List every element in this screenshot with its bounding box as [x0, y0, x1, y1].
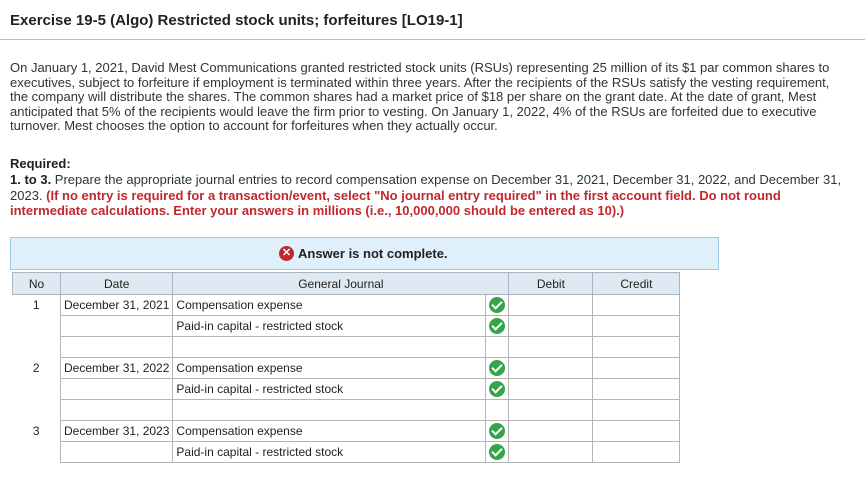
debit-input[interactable] — [508, 357, 594, 379]
entry-number: 1 — [12, 294, 61, 316]
account-select[interactable]: Paid-in capital - restricted stock — [172, 378, 487, 400]
check-icon — [485, 378, 510, 400]
debit-input[interactable] — [508, 294, 594, 316]
page-title: Exercise 19-5 (Algo) Restricted stock un… — [10, 12, 463, 29]
account-select[interactable]: Compensation expense — [172, 294, 487, 316]
entry-number: 3 — [12, 420, 61, 442]
table-row — [12, 399, 681, 421]
debit-input[interactable] — [508, 378, 594, 400]
table-row — [12, 336, 681, 358]
required-number: 1. to 3. — [10, 172, 52, 187]
header-no: No — [12, 272, 61, 295]
credit-input[interactable] — [592, 420, 681, 442]
debit-input[interactable] — [508, 315, 594, 337]
table-row: 3 December 31, 2023 Compensation expense — [12, 420, 681, 442]
header-date: Date — [59, 272, 174, 295]
account-select[interactable]: Paid-in capital - restricted stock — [172, 315, 487, 337]
credit-input[interactable] — [592, 441, 681, 463]
entry-number: 2 — [12, 357, 61, 379]
table-row: Paid-in capital - restricted stock — [12, 315, 681, 337]
check-icon — [485, 294, 510, 316]
table-row: Paid-in capital - restricted stock — [12, 441, 681, 463]
date-select[interactable]: December 31, 2022 — [59, 357, 174, 379]
credit-input[interactable] — [592, 294, 681, 316]
credit-input[interactable] — [592, 315, 681, 337]
required-body: 1. to 3. Prepare the appropriate journal… — [10, 172, 860, 219]
date-select[interactable]: December 31, 2021 — [59, 294, 174, 316]
journal-table: No Date General Journal Debit Credit 1 D… — [12, 272, 681, 463]
table-row: 2 December 31, 2022 Compensation expense — [12, 357, 681, 379]
title-bar: Exercise 19-5 (Algo) Restricted stock un… — [0, 0, 865, 40]
credit-input[interactable] — [592, 357, 681, 379]
debit-input[interactable] — [508, 420, 594, 442]
credit-input[interactable] — [592, 378, 681, 400]
answer-status-text: Answer is not complete. — [298, 246, 448, 261]
account-select[interactable]: Paid-in capital - restricted stock — [172, 441, 487, 463]
answer-status-banner: ✕ Answer is not complete. — [10, 237, 719, 270]
required-instruction: (If no entry is required for a transacti… — [10, 187, 781, 219]
header-general-journal: General Journal — [172, 272, 510, 295]
check-icon — [485, 441, 510, 463]
debit-input[interactable] — [508, 441, 594, 463]
header-debit: Debit — [508, 272, 594, 295]
check-icon — [485, 315, 510, 337]
table-row: 1 December 31, 2021 Compensation expense — [12, 294, 681, 316]
x-circle-icon: ✕ — [279, 246, 294, 261]
check-icon — [485, 420, 510, 442]
account-select[interactable]: Compensation expense — [172, 357, 487, 379]
header-credit: Credit — [592, 272, 681, 295]
required-heading: Required: — [10, 156, 71, 171]
date-select[interactable]: December 31, 2023 — [59, 420, 174, 442]
table-row: Paid-in capital - restricted stock — [12, 378, 681, 400]
check-icon — [485, 357, 510, 379]
account-select[interactable]: Compensation expense — [172, 420, 487, 442]
problem-description: On January 1, 2021, David Mest Communica… — [10, 60, 830, 134]
